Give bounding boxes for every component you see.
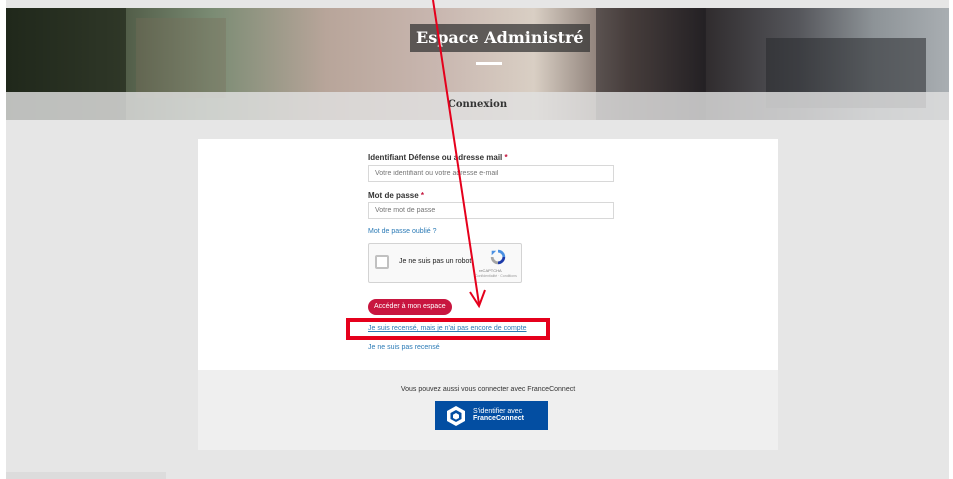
franceconnect-prompt: Vous pouvez aussi vous connecter avec Fr… — [400, 386, 576, 393]
subtitle-band: Connexion — [6, 92, 949, 120]
franceconnect-button[interactable]: S'identifier avec FranceConnect — [435, 401, 548, 430]
identifier-input[interactable] — [368, 165, 614, 182]
page-background: Espace Administré Connexion Identifiant … — [6, 0, 949, 479]
recaptcha-widget: Je ne suis pas un robot reCAPTCHA Confid… — [368, 243, 522, 283]
page-subtitle: Connexion — [447, 99, 508, 110]
hero-banner: Espace Administré Connexion — [6, 8, 949, 120]
identifier-label: Identifiant Défense ou adresse mail * — [368, 153, 508, 162]
recaptcha-brand: reCAPTCHA — [479, 268, 502, 273]
hero-image-shade — [136, 18, 226, 98]
identifier-label-text: Identifiant Défense ou adresse mail — [368, 153, 503, 162]
password-input[interactable] — [368, 202, 614, 219]
franceconnect-button-line2: FranceConnect — [473, 415, 524, 422]
password-label: Mot de passe * — [368, 191, 424, 200]
footer-strip — [6, 472, 166, 479]
annotation-highlight-box — [346, 318, 550, 340]
required-marker: * — [504, 153, 508, 162]
not-census-link[interactable]: Je ne suis pas recensé — [368, 344, 440, 351]
title-underline — [476, 62, 502, 65]
submit-button[interactable]: Accéder à mon espace — [368, 299, 452, 315]
recaptcha-icon — [490, 249, 506, 265]
recaptcha-checkbox[interactable] — [375, 255, 389, 269]
franceconnect-section: Vous pouvez aussi vous connecter avec Fr… — [198, 370, 778, 450]
required-marker: * — [420, 191, 425, 200]
recaptcha-label: Je ne suis pas un robot — [399, 258, 472, 265]
franceconnect-logo-icon — [447, 406, 465, 426]
password-label-text: Mot de passe — [368, 191, 419, 200]
page-title: Espace Administré — [410, 24, 590, 52]
recaptcha-terms[interactable]: Confidentialité · Conditions — [475, 274, 517, 278]
forgot-password-link[interactable]: Mot de passe oublié ? — [368, 228, 437, 235]
